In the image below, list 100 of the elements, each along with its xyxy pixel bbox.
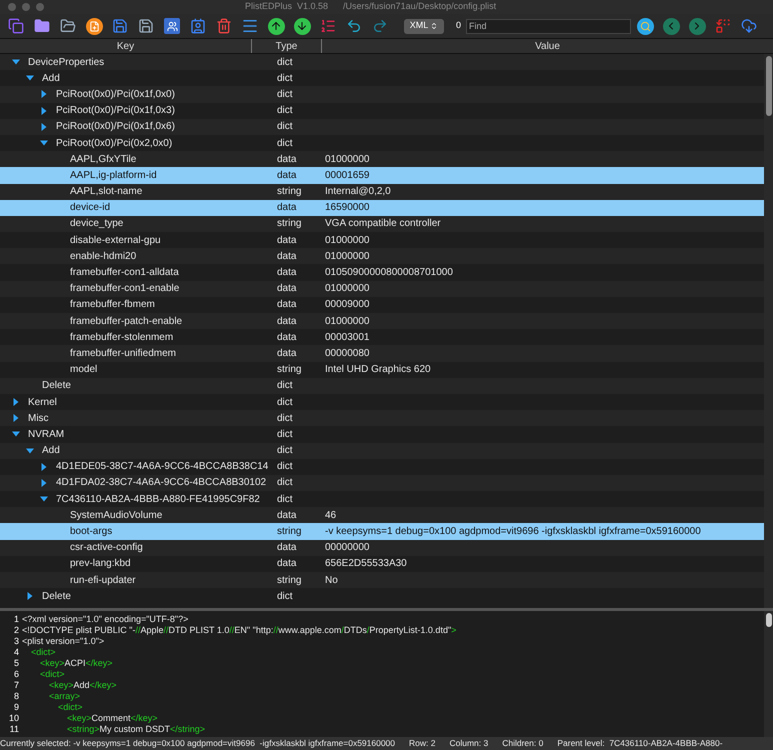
- line-number: 9: [12, 700, 20, 714]
- key-text: enable-hdmi20: [70, 250, 136, 264]
- tree-row[interactable]: framebuffer-con1-enable data 01000000: [0, 280, 764, 297]
- key-text: 4D1EDE05-38C7-4A6A-9CC6-4BCCA8B38C14: [56, 460, 268, 474]
- value-text: 00000000: [324, 541, 370, 556]
- key-text: device_type: [70, 217, 124, 232]
- type-text: dict: [276, 136, 294, 151]
- column-header[interactable]: Key: [0, 39, 252, 53]
- expanded-triangle-icon[interactable]: [12, 58, 20, 66]
- value-text: 00003001: [324, 330, 370, 345]
- collapsed-triangle-icon[interactable]: [26, 592, 34, 600]
- code-line: <plist version="1.0">: [22, 635, 104, 648]
- value-text: 01050900000800008701000: [324, 266, 453, 280]
- key-text: AAPL,GfxYTile: [70, 152, 136, 167]
- expanded-triangle-icon[interactable]: [26, 74, 34, 82]
- collapsed-triangle-icon[interactable]: [40, 122, 48, 131]
- key-text: framebuffer-unifiedmem: [70, 346, 176, 361]
- expanded-triangle-icon[interactable]: [40, 139, 48, 148]
- code-line: <!DOCTYPE plist PUBLIC "-//Apple//DTD PLIST 1.0//EN" "http://www.apple.com/DTDs/PropertyList-1.0.dtd">: [22, 624, 456, 637]
- type-text: data: [276, 201, 298, 216]
- chevron-icon: [430, 22, 438, 30]
- status-text: Parent level: 7C436110-AB2A-4BBB-A880-: [557, 737, 723, 750]
- collapsed-triangle-icon[interactable]: [40, 462, 48, 471]
- line-number: 8: [12, 690, 20, 703]
- tree-row[interactable]: device_type string VGA compatible controller: [0, 216, 764, 232]
- tree-row[interactable]: DeviceProperties dict: [0, 54, 764, 70]
- value-text: No: [324, 574, 338, 588]
- expanded-triangle-icon[interactable]: [12, 430, 20, 438]
- type-text: data: [276, 557, 298, 572]
- line-number: 4: [12, 646, 20, 659]
- find-field[interactable]: Find: [466, 18, 632, 34]
- value-text: 00000080: [324, 346, 370, 361]
- key-text: device-id: [70, 201, 110, 216]
- scrollbar[interactable]: [764, 611, 773, 737]
- line-number: 1: [12, 612, 20, 626]
- key-text: PciRoot(0x0)/Pci(0x1f,0x6): [56, 120, 175, 134]
- type-text: data: [276, 298, 298, 312]
- status-text: Children: 0: [502, 737, 544, 750]
- tree-row[interactable]: enable-hdmi20 data 01000000: [0, 248, 764, 264]
- tree-row[interactable]: framebuffer-unifiedmem data 00000080: [0, 345, 764, 362]
- key-text: NVRAM: [28, 428, 64, 442]
- collapsed-triangle-icon[interactable]: [40, 478, 48, 487]
- value-text: 01000000: [324, 152, 370, 167]
- type-text: dict: [276, 396, 294, 410]
- tree-row[interactable]: run-efi-updater string No: [0, 572, 764, 588]
- tree-row[interactable]: AAPL,GfxYTile data 01000000: [0, 151, 764, 168]
- key-text: Add: [42, 72, 60, 86]
- code-line: <dict>: [39, 668, 65, 681]
- type-text: string: [276, 185, 302, 200]
- value-text: 01000000: [324, 282, 370, 296]
- tree-row[interactable]: framebuffer-patch-enable data 01000000: [0, 313, 764, 330]
- value-text: 01000000: [324, 314, 370, 329]
- tree-row[interactable]: PciRoot(0x0)/Pci(0x1f,0x0) dict: [0, 86, 764, 103]
- type-text: dict: [276, 428, 294, 442]
- tree-row[interactable]: Add dict: [0, 442, 764, 459]
- key-text: Kernel: [28, 396, 57, 410]
- key-text: Add: [42, 444, 60, 458]
- tree-row[interactable]: AAPL,ig-platform-id data 00001659: [0, 167, 764, 184]
- type-text: dict: [276, 104, 294, 118]
- tree-row[interactable]: PciRoot(0x0)/Pci(0x1f,0x6) dict: [0, 118, 764, 135]
- key-text: PciRoot(0x0)/Pci(0x2,0x0): [56, 136, 172, 151]
- collapsed-triangle-icon[interactable]: [12, 398, 20, 406]
- key-text: PciRoot(0x0)/Pci(0x1f,0x0): [56, 88, 175, 102]
- collapsed-triangle-icon[interactable]: [40, 90, 48, 98]
- code-line: <key>Comment</key>: [66, 712, 158, 725]
- code-line: <?xml version="1.0" encoding="UTF-8"?>: [22, 612, 188, 626]
- code-line: <key>ACPI</key>: [39, 656, 113, 670]
- key-text: framebuffer-patch-enable: [70, 314, 182, 329]
- value-text: 46: [324, 508, 336, 523]
- value-text: VGA compatible controller: [324, 217, 441, 232]
- collapsed-triangle-icon[interactable]: [12, 414, 20, 422]
- scrollbar[interactable]: [764, 54, 773, 608]
- collapsed-triangle-icon[interactable]: [40, 106, 48, 115]
- key-text: DeviceProperties: [28, 56, 104, 70]
- value-text: 656E2D55533A30: [324, 557, 407, 572]
- key-text: framebuffer-fbmem: [70, 298, 155, 312]
- type-text: data: [276, 234, 298, 248]
- tree-row[interactable]: 4D1FDA02-38C7-4A6A-9CC6-4BCCA8B30102 dict: [0, 474, 764, 492]
- tree-row[interactable]: csr-active-config data 00000000: [0, 540, 764, 556]
- expanded-triangle-icon[interactable]: [26, 446, 34, 455]
- tree-row[interactable]: Misc dict: [0, 410, 764, 426]
- status-text: Column: 3: [449, 737, 488, 750]
- tree-row[interactable]: SystemAudioVolume data 46: [0, 507, 764, 524]
- tree-row[interactable]: boot-args string -v keepsyms=1 debug=0x100 agdpmod=vit9696 -igfxsklaskbl igfxframe=0x59160000: [0, 523, 764, 540]
- code-line: <array>: [48, 690, 80, 703]
- tree-row[interactable]: device-id data 16590000: [0, 200, 764, 216]
- key-text: model: [70, 363, 98, 378]
- column-header[interactable]: Type: [252, 39, 322, 53]
- line-number: 11: [8, 722, 20, 736]
- tree-row[interactable]: AAPL,slot-name string Internal@0,2,0: [0, 184, 764, 200]
- format-dropdown[interactable]: XML: [404, 18, 444, 34]
- column-header[interactable]: Value: [322, 39, 773, 53]
- tree-row[interactable]: Delete dict: [0, 378, 764, 394]
- type-text: dict: [276, 120, 294, 134]
- type-text: dict: [276, 590, 294, 604]
- type-text: string: [276, 217, 302, 232]
- type-text: string: [276, 363, 302, 378]
- code-line: <dict>: [57, 701, 83, 714]
- expanded-triangle-icon[interactable]: [40, 495, 48, 504]
- value-text: Intel UHD Graphics 620: [324, 363, 431, 378]
